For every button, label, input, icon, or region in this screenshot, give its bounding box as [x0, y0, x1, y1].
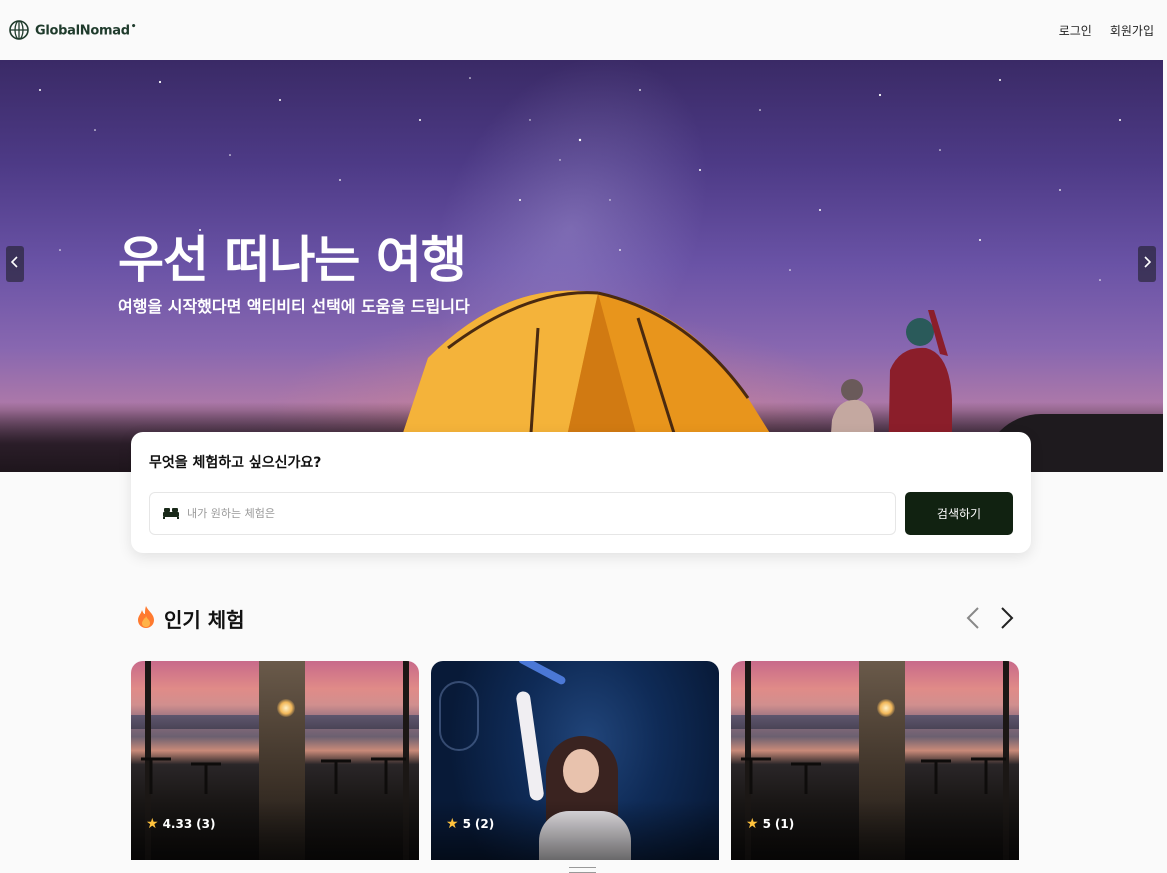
experience-card[interactable]: ★ 5 (2): [431, 661, 719, 860]
search-input[interactable]: [187, 507, 837, 520]
search-card: 무엇을 체험하고 싶으신가요? 검색하기: [131, 432, 1031, 553]
scroll-handle[interactable]: [569, 867, 596, 873]
search-title: 무엇을 체험하고 싶으신가요?: [149, 455, 322, 471]
star-icon: ★: [446, 816, 459, 832]
globe-icon: [8, 19, 30, 41]
chevron-left-icon: [966, 606, 980, 630]
logo-text: GlobalNomad•: [35, 21, 137, 39]
popular-title: 인기 체험: [164, 608, 245, 632]
star-icon: ★: [746, 816, 759, 832]
hero-title: 우선 떠나는 여행: [118, 231, 467, 289]
header-nav: 로그인 회원가입: [1059, 22, 1154, 39]
popular-prev-button[interactable]: [966, 606, 980, 630]
site-header: GlobalNomad• 로그인 회원가입: [0, 0, 1167, 60]
chevron-left-icon: [10, 256, 19, 272]
hero-next-button[interactable]: [1138, 246, 1156, 282]
logo[interactable]: GlobalNomad•: [8, 19, 137, 41]
card-rating: ★ 5 (2): [446, 816, 495, 832]
popular-next-button[interactable]: [1000, 606, 1014, 630]
search-button[interactable]: 검색하기: [905, 492, 1013, 535]
chevron-right-icon: [1143, 256, 1152, 272]
login-link[interactable]: 로그인: [1059, 22, 1092, 39]
card-rating: ★ 4.33 (3): [146, 816, 216, 832]
card-rating: ★ 5 (1): [746, 816, 795, 832]
popular-section-header: 인기 체험: [136, 604, 245, 633]
fire-icon: [136, 605, 156, 633]
search-box[interactable]: [149, 492, 896, 535]
hero-banner: 우선 떠나는 여행 여행을 시작했다면 액티비티 선택에 도움을 드립니다: [0, 60, 1163, 472]
star-icon: ★: [146, 816, 159, 832]
experience-card[interactable]: ★ 5 (1): [731, 661, 1019, 860]
experience-card[interactable]: ★ 4.33 (3): [131, 661, 419, 860]
hero-subtitle: 여행을 시작했다면 액티비티 선택에 도움을 드립니다: [118, 297, 470, 316]
bed-icon: [163, 504, 179, 523]
chevron-right-icon: [1000, 606, 1014, 630]
signup-link[interactable]: 회원가입: [1110, 22, 1154, 39]
hero-prev-button[interactable]: [6, 246, 24, 282]
popular-nav: [966, 606, 1014, 630]
